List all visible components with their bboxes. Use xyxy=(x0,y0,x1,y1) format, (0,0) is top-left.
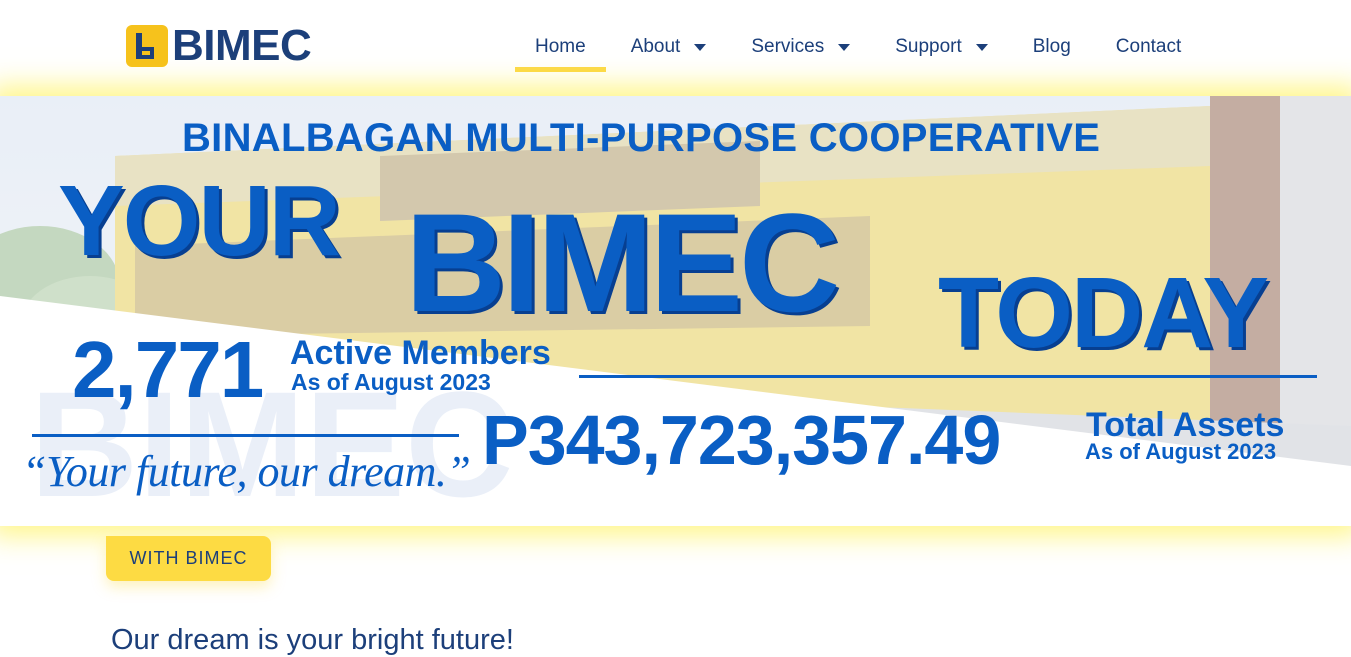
section-title: Our dream is your bright future! xyxy=(111,624,514,656)
members-count: 2,771 xyxy=(72,325,264,414)
divider-line xyxy=(579,375,1317,378)
assets-value: P343,723,357.49 xyxy=(482,401,1001,479)
section-badge: WITH BIMEC xyxy=(106,536,271,581)
caret-down-icon xyxy=(838,43,851,51)
nav-services[interactable]: Services xyxy=(751,26,851,72)
logo-text: BIMEC xyxy=(172,21,312,70)
nav-about-label: About xyxy=(630,36,681,57)
nav-blog[interactable]: Blog xyxy=(1033,26,1071,72)
members-label: Active Members xyxy=(290,334,551,372)
nav-support-label: Support xyxy=(895,36,962,57)
headline-today: TODAY xyxy=(938,257,1269,369)
hero-text-layer: BINALBAGAN MULTI-PURPOSE COOPERATIVE YOU… xyxy=(0,96,1351,526)
site-logo[interactable]: BIMEC xyxy=(126,21,312,70)
main-nav: Home About Services Support Blog Contact xyxy=(515,26,1226,72)
caret-down-icon xyxy=(694,43,707,51)
bimec-logo-icon xyxy=(126,25,168,67)
divider-line xyxy=(32,434,459,437)
nav-home-label: Home xyxy=(535,36,586,57)
headline-your: YOUR xyxy=(58,165,341,277)
nav-blog-label: Blog xyxy=(1032,36,1071,57)
hero-banner: BIMEC BINALBAGAN MULTI-PURPOSE COOPERATI… xyxy=(0,96,1351,526)
nav-contact-label: Contact xyxy=(1115,36,1182,57)
headline-bimec: BIMEC xyxy=(405,184,840,341)
tagline: “Your future, our dream.” xyxy=(22,447,471,496)
nav-about[interactable]: About xyxy=(631,26,707,72)
caret-down-icon xyxy=(975,43,988,51)
nav-services-label: Services xyxy=(751,36,825,57)
assets-date: As of August 2023 xyxy=(1085,439,1277,464)
members-date: As of August 2023 xyxy=(291,369,491,395)
nav-support[interactable]: Support xyxy=(895,26,988,72)
site-header: BIMEC Home About Services Support Blog C… xyxy=(0,0,1351,96)
cooperative-name: BINALBAGAN MULTI-PURPOSE COOPERATIVE xyxy=(182,116,1101,160)
nav-contact[interactable]: Contact xyxy=(1116,26,1181,72)
nav-home[interactable]: Home xyxy=(515,26,606,72)
